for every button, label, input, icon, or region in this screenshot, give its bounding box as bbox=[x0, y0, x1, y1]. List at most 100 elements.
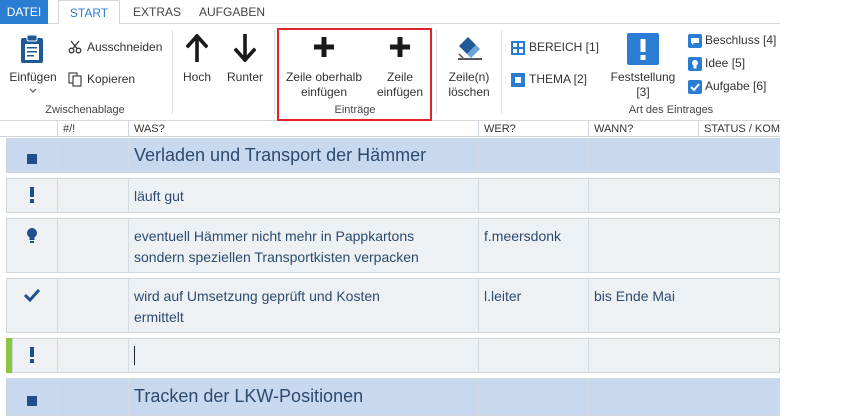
cell-wann[interactable]: bis Ende Mai bbox=[588, 279, 698, 332]
cell-type[interactable] bbox=[57, 139, 128, 172]
cell-wer[interactable]: l.leiter bbox=[478, 279, 588, 332]
row-text-line-1: wird auf Umsetzung geprüft und Kosten bbox=[134, 288, 380, 304]
cell-type[interactable] bbox=[57, 339, 128, 372]
type-bereich-button[interactable]: BEREICH [1] bbox=[508, 38, 600, 58]
move-up-button[interactable]: Hoch bbox=[178, 30, 216, 90]
scissors-icon bbox=[68, 40, 82, 54]
cell-wann[interactable] bbox=[588, 139, 698, 172]
arrow-up-icon bbox=[186, 34, 208, 62]
cell-wer[interactable] bbox=[478, 139, 588, 172]
paste-button[interactable]: Einfügen bbox=[4, 28, 60, 98]
paste-label: Einfügen bbox=[9, 70, 57, 84]
grid-icon bbox=[511, 41, 525, 55]
text-caret bbox=[134, 346, 135, 365]
move-down-button[interactable]: Runter bbox=[222, 30, 268, 90]
type-feststellung-button[interactable]: Feststellung [3] bbox=[606, 30, 680, 99]
cell-wer[interactable]: f.meersdonk bbox=[478, 219, 588, 272]
cell-wer[interactable] bbox=[478, 179, 588, 212]
lightbulb-icon bbox=[688, 57, 702, 71]
ribbon-separator bbox=[172, 30, 173, 114]
column-header-status[interactable]: STATUS / KOM bbox=[698, 121, 780, 137]
table-row[interactable]: Verladen und Transport der Hämmer bbox=[6, 138, 780, 173]
cut-button[interactable]: Ausschneiden bbox=[66, 38, 166, 58]
type-aufgabe-button[interactable]: Aufgabe [6] bbox=[686, 78, 778, 96]
row-text: Tracken der LKW-Positionen bbox=[134, 386, 364, 406]
delete-rows-label-2: löschen bbox=[448, 85, 490, 99]
cell-wann[interactable] bbox=[588, 339, 698, 372]
square-icon bbox=[7, 393, 57, 411]
move-up-label: Hoch bbox=[182, 70, 211, 84]
square-icon bbox=[511, 73, 525, 87]
cell-was-editor[interactable] bbox=[128, 339, 478, 372]
tab-start[interactable]: START bbox=[58, 0, 120, 25]
table-row[interactable]: wird auf Umsetzung geprüft und Kosten er… bbox=[6, 278, 780, 333]
square-icon bbox=[7, 151, 57, 169]
cell-wann[interactable] bbox=[588, 179, 698, 212]
column-header-wann[interactable]: WANN? bbox=[588, 121, 698, 137]
table-row[interactable]: eventuell Hämmer nicht mehr in Pappkarto… bbox=[6, 218, 780, 273]
move-down-label: Runter bbox=[226, 70, 264, 84]
entry-type-group-label: Art des Eintrages bbox=[628, 104, 714, 116]
clipboard-icon bbox=[21, 34, 43, 63]
tab-aufgaben[interactable]: AUFGABEN bbox=[192, 0, 272, 24]
row-assignee: l.leiter bbox=[484, 288, 522, 304]
ribbon-tab-bar: DATEI START EXTRAS AUFGABEN bbox=[0, 0, 780, 25]
type-idee-button[interactable]: Idee [5] bbox=[686, 55, 778, 73]
comment-icon bbox=[688, 34, 702, 48]
type-beschluss-label: Beschluss [4] bbox=[705, 33, 777, 47]
cell-wer[interactable] bbox=[478, 379, 588, 415]
type-thema-button[interactable]: THEMA [2] bbox=[508, 70, 598, 90]
cell-type[interactable] bbox=[57, 179, 128, 212]
cell-was[interactable]: läuft gut bbox=[128, 179, 478, 212]
checkmark-icon bbox=[7, 288, 57, 307]
eraser-icon bbox=[458, 37, 482, 60]
table-row[interactable]: Tracken der LKW-Positionen bbox=[6, 378, 780, 416]
row-text-line-1: eventuell Hämmer nicht mehr in Pappkarto… bbox=[134, 228, 415, 244]
copy-button[interactable]: Kopieren bbox=[66, 70, 166, 90]
tab-extras[interactable]: EXTRAS bbox=[122, 0, 192, 24]
copy-icon bbox=[68, 72, 82, 87]
row-text: Verladen und Transport der Hämmer bbox=[134, 145, 427, 165]
row-text: läuft gut bbox=[134, 188, 184, 204]
cell-was[interactable]: wird auf Umsetzung geprüft und Kosten er… bbox=[128, 279, 478, 332]
ribbon-separator bbox=[274, 30, 275, 114]
table-row[interactable] bbox=[12, 338, 780, 373]
ribbon-separator bbox=[436, 30, 437, 114]
cell-wer[interactable] bbox=[478, 339, 588, 372]
row-due-date: bis Ende Mai bbox=[594, 288, 675, 304]
cell-was[interactable]: Tracken der LKW-Positionen bbox=[128, 379, 478, 415]
clipboard-group-label: Zwischenablage bbox=[45, 104, 125, 116]
cell-type[interactable] bbox=[57, 379, 128, 415]
type-feststellung-label-1: Feststellung bbox=[610, 70, 676, 84]
type-aufgabe-label: Aufgabe [6] bbox=[705, 79, 767, 93]
cell-type[interactable] bbox=[57, 279, 128, 332]
type-beschluss-button[interactable]: Beschluss [4] bbox=[686, 32, 778, 50]
cell-wann[interactable] bbox=[588, 379, 698, 415]
row-text-line-2: ermittelt bbox=[134, 309, 184, 325]
row-assignee: f.meersdonk bbox=[484, 228, 562, 244]
entries-group-highlight bbox=[277, 28, 432, 121]
checkmark-icon bbox=[688, 80, 702, 94]
tab-datei[interactable]: DATEI bbox=[0, 0, 48, 24]
cell-was[interactable]: eventuell Hämmer nicht mehr in Pappkarto… bbox=[128, 219, 478, 272]
exclamation-icon bbox=[7, 347, 57, 368]
chevron-down-icon bbox=[29, 88, 37, 93]
lightbulb-icon bbox=[7, 227, 57, 248]
column-header-type[interactable]: #/! bbox=[57, 121, 128, 137]
type-bereich-label: BEREICH [1] bbox=[529, 40, 600, 54]
copy-label: Kopieren bbox=[87, 72, 136, 86]
cell-was[interactable]: Verladen und Transport der Hämmer bbox=[128, 139, 478, 172]
cell-type[interactable] bbox=[57, 219, 128, 272]
arrow-down-icon bbox=[234, 34, 256, 62]
exclamation-icon bbox=[7, 187, 57, 208]
type-thema-label: THEMA [2] bbox=[529, 72, 588, 86]
cut-label: Ausschneiden bbox=[87, 40, 163, 54]
cell-wann[interactable] bbox=[588, 219, 698, 272]
delete-rows-button[interactable]: Zeile(n) löschen bbox=[442, 30, 496, 99]
type-feststellung-label-2: [3] bbox=[636, 85, 650, 99]
column-header-wer[interactable]: WER? bbox=[478, 121, 588, 137]
table-row[interactable]: läuft gut bbox=[6, 178, 780, 213]
column-header-was[interactable]: WAS? bbox=[128, 121, 478, 137]
exclamation-box-icon bbox=[627, 33, 659, 65]
type-idee-label: Idee [5] bbox=[705, 56, 746, 70]
